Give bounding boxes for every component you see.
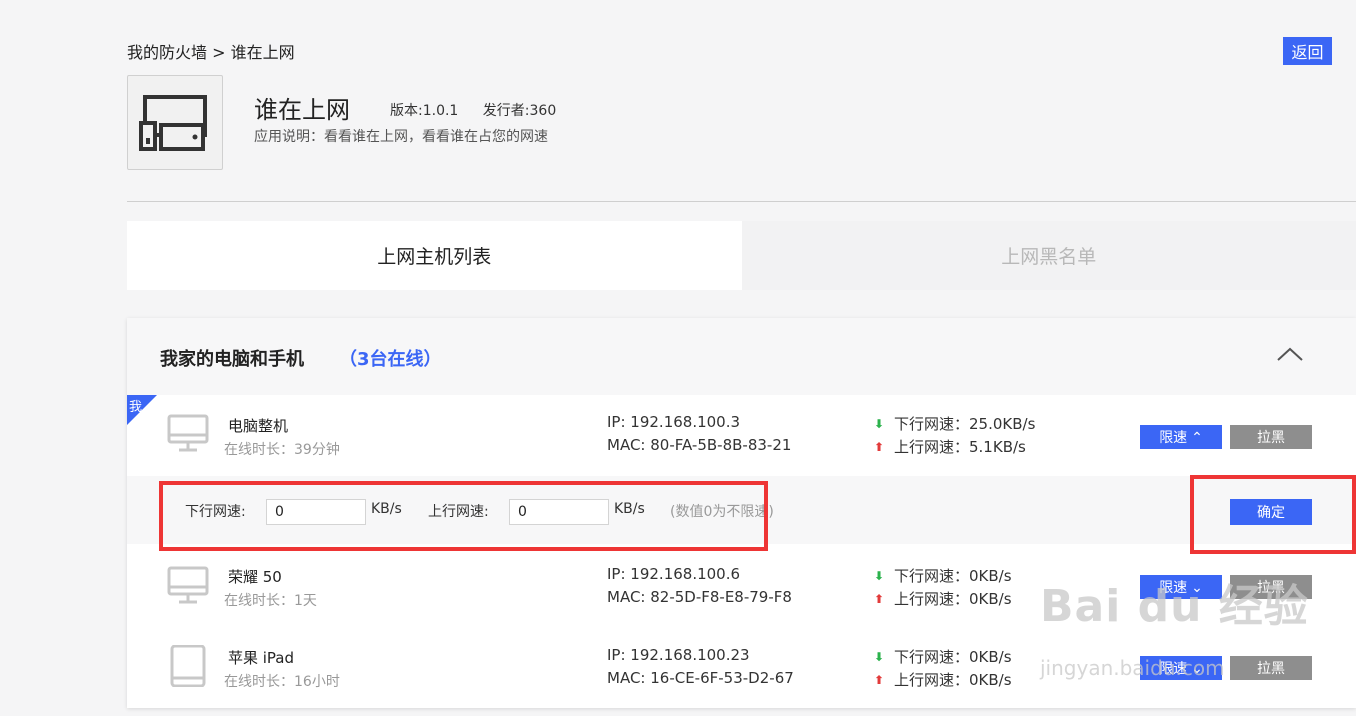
upload-speed: ⬆ 上行网速：0KB/s [872,588,1012,609]
upload-limit-label: 上行网速: [428,504,489,520]
download-speed: ⬇ 下行网速：0KB/s [872,565,1012,586]
me-badge-label: 我 [129,400,143,415]
arrow-down-icon: ⬇ [873,416,885,431]
back-button[interactable]: 返回 [1283,37,1332,65]
monitor-icon [167,566,209,604]
upload-limit-input[interactable] [509,499,609,525]
download-speed-value: 下行网速：0KB/s [894,567,1012,585]
device-mac: MAC: 16-CE-6F-53-D2-67 [607,669,794,687]
device-name: 苹果 iPad [228,649,295,667]
blacklist-button[interactable]: 拉黑 [1230,425,1312,449]
breadcrumb-current: 谁在上网 [230,43,295,62]
app-publisher: 发行者:360 [482,103,557,119]
tablet-icon [170,645,206,687]
download-speed: ⬇ 下行网速：25.0KB/s [872,413,1035,434]
group-online-count: （3台在线） [339,349,442,370]
confirm-button[interactable]: 确定 [1230,499,1312,525]
blacklist-button[interactable]: 拉黑 [1230,656,1312,680]
app-title: 谁在上网 [254,96,350,124]
download-limit-label: 下行网速: [185,504,246,520]
upload-speed: ⬆ 上行网速：0KB/s [872,669,1012,690]
breadcrumb-parent[interactable]: 我的防火墙 [127,43,207,62]
monitor-icon [167,414,209,452]
arrow-down-icon: ⬇ [873,649,885,664]
arrow-up-icon: ⬆ [873,591,885,606]
upload-speed-value: 上行网速：0KB/s [894,590,1012,608]
watermark-logo: Bai du 经验 [1040,581,1309,632]
group-title: 我家的电脑和手机 [160,349,304,370]
device-ip: IP: 192.168.100.6 [607,565,741,583]
device-online-time: 在线时长：16小时 [224,674,340,690]
limit-speed-button[interactable]: 限速 ⌃ [1140,425,1222,449]
unit-label: KB/s [371,501,402,517]
group-header: 我家的电脑和手机 （3台在线） [127,318,1356,395]
device-mac: MAC: 82-5D-F8-E8-79-F8 [607,588,792,606]
device-name: 电脑整机 [228,417,289,435]
arrow-up-icon: ⬆ [873,439,885,454]
breadcrumb-separator: > [212,43,226,62]
device-mac: MAC: 80-FA-5B-8B-83-21 [607,436,792,454]
app-meta: 版本:1.0.1 发行者:360 [390,100,576,120]
limit-hint: (数值0为不限速) [670,504,774,520]
unit-label: KB/s [614,501,645,517]
device-online-time: 在线时长：1天 [224,593,317,609]
device-row: 我 电脑整机 在线时长：39分钟 IP: 192.168.100.3 MAC: … [127,395,1356,476]
device-group-panel: 我家的电脑和手机 （3台在线） 我 电脑整机 在线时长：39分钟 IP: 192… [127,318,1356,708]
device-name: 荣耀 50 [228,568,282,586]
upload-speed: ⬆ 上行网速：5.1KB/s [872,436,1026,457]
tab-host-list[interactable]: 上网主机列表 [127,221,742,290]
upload-speed-value: 上行网速：0KB/s [894,671,1012,689]
arrow-down-icon: ⬇ [873,568,885,583]
device-ip: IP: 192.168.100.3 [607,413,741,431]
device-online-time: 在线时长：39分钟 [224,442,340,458]
app-description: 应用说明：看看谁在上网，看看谁在占您的网速 [254,129,548,145]
download-speed-value: 下行网速：0KB/s [894,648,1012,666]
device-ip: IP: 192.168.100.23 [607,646,750,664]
chevron-up-icon[interactable] [1275,344,1305,364]
download-speed: ⬇ 下行网速：0KB/s [872,646,1012,667]
tab-blacklist[interactable]: 上网黑名单 [741,221,1356,290]
arrow-up-icon: ⬆ [873,672,885,687]
tab-bar: 上网主机列表 上网黑名单 [127,221,1356,290]
app-icon [127,75,223,170]
download-speed-value: 下行网速：25.0KB/s [894,415,1036,433]
watermark-url: jingyan.baidu.com [1040,656,1225,680]
upload-speed-value: 上行网速：5.1KB/s [894,438,1026,456]
app-version: 版本:1.0.1 [390,103,459,119]
breadcrumb: 我的防火墙 > 谁在上网 [127,39,295,63]
devices-icon [139,94,207,151]
download-limit-input[interactable] [266,499,366,525]
divider [127,201,1356,202]
